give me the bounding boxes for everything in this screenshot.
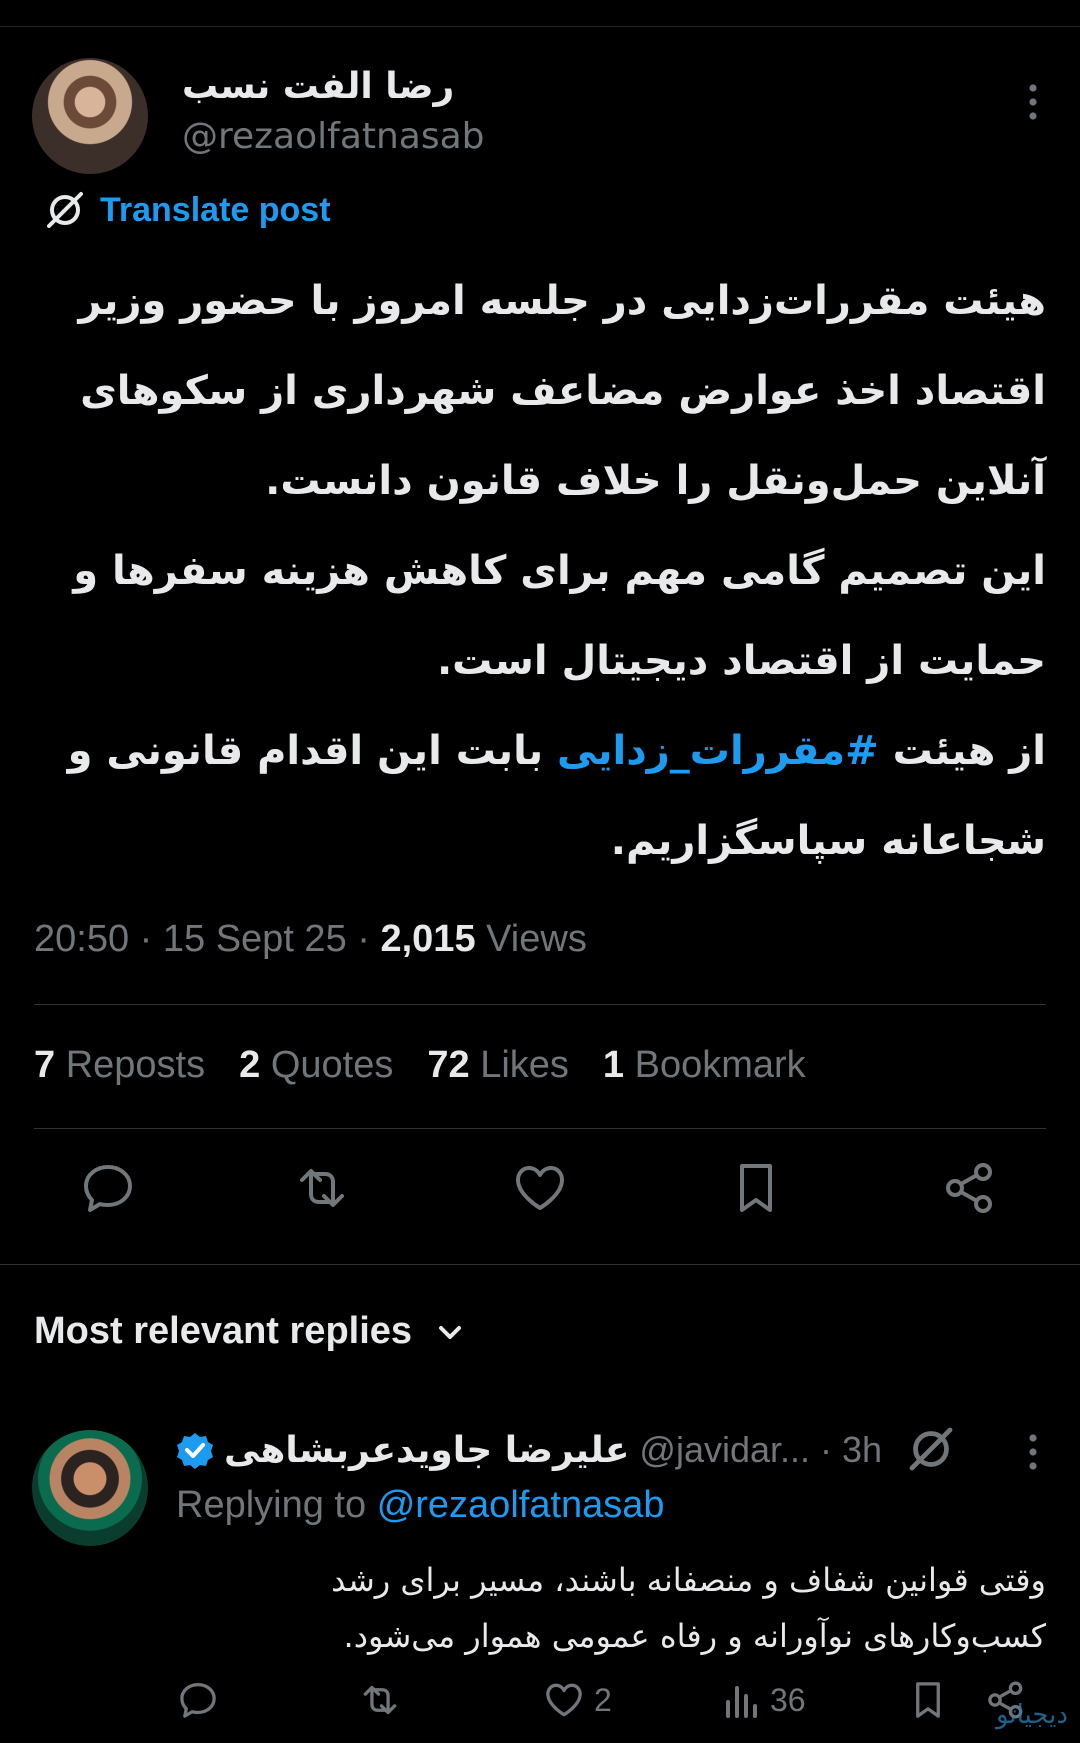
share-icon[interactable] [940, 1158, 1000, 1218]
watermark-logo: دیجیاتو [995, 1700, 1068, 1730]
reply-reply-button[interactable] [176, 1676, 220, 1724]
top-divider [0, 26, 1080, 27]
reply-repost-button[interactable] [358, 1676, 402, 1724]
replying-to-handle[interactable]: @rezaolfatnasab [377, 1484, 665, 1526]
reply-body: وقتی قوانین شفاف و منصفانه باشند، مسیر ب… [331, 1561, 1046, 1655]
reply-action-bar: 2 36 [176, 1676, 1046, 1728]
more-icon[interactable] [1028, 82, 1038, 122]
reply-author-handle[interactable]: @javidar... [639, 1429, 810, 1471]
hashtag-link[interactable]: #مقررات_زدایی [557, 728, 879, 774]
replies-header-label: Most relevant replies [34, 1310, 413, 1352]
reply-author-avatar[interactable] [32, 1430, 148, 1546]
bookmark-icon [916, 1682, 940, 1718]
reply-views-button[interactable]: 36 [722, 1676, 806, 1724]
grok-icon[interactable] [906, 1424, 956, 1474]
tweet-body: هیئت مقررات‌زدایی در جلسه امروز با حضور … [36, 256, 1046, 886]
reply-time[interactable]: · 3h [820, 1429, 882, 1471]
tweet-time[interactable]: 20:50 [34, 918, 129, 960]
reply-bookmark-button[interactable] [906, 1676, 950, 1724]
like-icon[interactable] [510, 1158, 570, 1218]
author-avatar[interactable] [32, 58, 148, 174]
quotes-count: 2 [239, 1044, 261, 1086]
bookmark-icon[interactable] [726, 1158, 786, 1218]
author-handle[interactable]: @rezaolfatnasab [182, 116, 485, 157]
verified-badge-icon [177, 1433, 213, 1469]
author-display-name[interactable]: رضا الفت نسب [182, 66, 454, 107]
repost-icon[interactable] [292, 1158, 352, 1218]
bookmarks-label: Bookmark [634, 1044, 806, 1086]
views-icon [726, 1686, 757, 1718]
replying-to-line: Replying to @rezaolfatnasab [176, 1484, 665, 1527]
reposts-label: Reposts [65, 1044, 206, 1086]
tweet-body-text: هیئت مقررات‌زدایی در جلسه امروز با حضور … [73, 278, 1046, 774]
reposts-count: 7 [34, 1044, 56, 1086]
replies-sort-dropdown[interactable]: Most relevant replies [34, 1310, 466, 1353]
translate-post-label: Translate post [100, 190, 331, 229]
reply-author-name[interactable]: علیرضا جاویدعربشاهی [224, 1430, 629, 1471]
reply-author-row: علیرضا جاویدعربشاهی @javidar... · 3h [176, 1424, 882, 1476]
reply-icon [180, 1682, 216, 1718]
section-divider [0, 1264, 1080, 1265]
meta-divider [34, 1004, 1046, 1005]
likes-label: Likes [480, 1044, 569, 1086]
reply-views-count: 36 [770, 1681, 806, 1718]
tweet-action-bar [0, 1158, 1080, 1238]
reply-icon[interactable] [78, 1158, 138, 1218]
replying-prefix: Replying to [176, 1484, 367, 1526]
likes-stat[interactable]: 72 Likes [427, 1044, 569, 1087]
repost-icon [363, 1685, 397, 1715]
reposts-stat[interactable]: 7 Reposts [34, 1044, 205, 1087]
bookmarks-stat[interactable]: 1 Bookmark [603, 1044, 806, 1087]
likes-count: 72 [427, 1044, 470, 1086]
tweet-meta: 20:50 · 15 Sept 25 · 2,015 Views [34, 918, 587, 960]
quotes-label: Quotes [270, 1044, 394, 1086]
like-icon [546, 1683, 582, 1717]
stats-divider [34, 1128, 1046, 1129]
tweet-date[interactable]: 15 Sept 25 [163, 918, 347, 960]
chevron-down-icon [439, 1325, 462, 1339]
bookmarks-count: 1 [602, 1044, 625, 1086]
reply-like-button[interactable]: 2 [542, 1676, 612, 1724]
views-count: 2,015 [380, 918, 476, 960]
reply-more-icon[interactable] [1028, 1432, 1038, 1472]
quotes-stat[interactable]: 2 Quotes [239, 1044, 393, 1087]
views-label: Views [486, 918, 587, 960]
grok-icon [47, 192, 83, 228]
reply-like-count: 2 [594, 1681, 612, 1718]
engagement-stats: 7 Reposts 2 Quotes 72 Likes 1 Bookmark [34, 1044, 806, 1087]
translate-post-link[interactable]: Translate post [44, 188, 331, 232]
